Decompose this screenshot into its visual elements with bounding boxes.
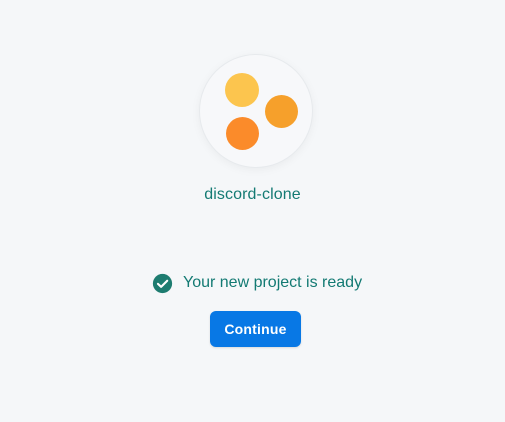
project-ready-status: Your new project is ready — [152, 272, 362, 294]
project-name: discord-clone — [204, 186, 301, 203]
project-logo — [200, 55, 312, 167]
check-circle-icon — [152, 273, 173, 293]
logo-yellow-dot — [225, 73, 259, 107]
continue-button[interactable]: Continue — [210, 311, 301, 347]
logo-orange-dot-right — [265, 95, 298, 128]
status-text: Your new project is ready — [183, 274, 363, 291]
logo-orange-dot-bottom — [226, 117, 259, 150]
